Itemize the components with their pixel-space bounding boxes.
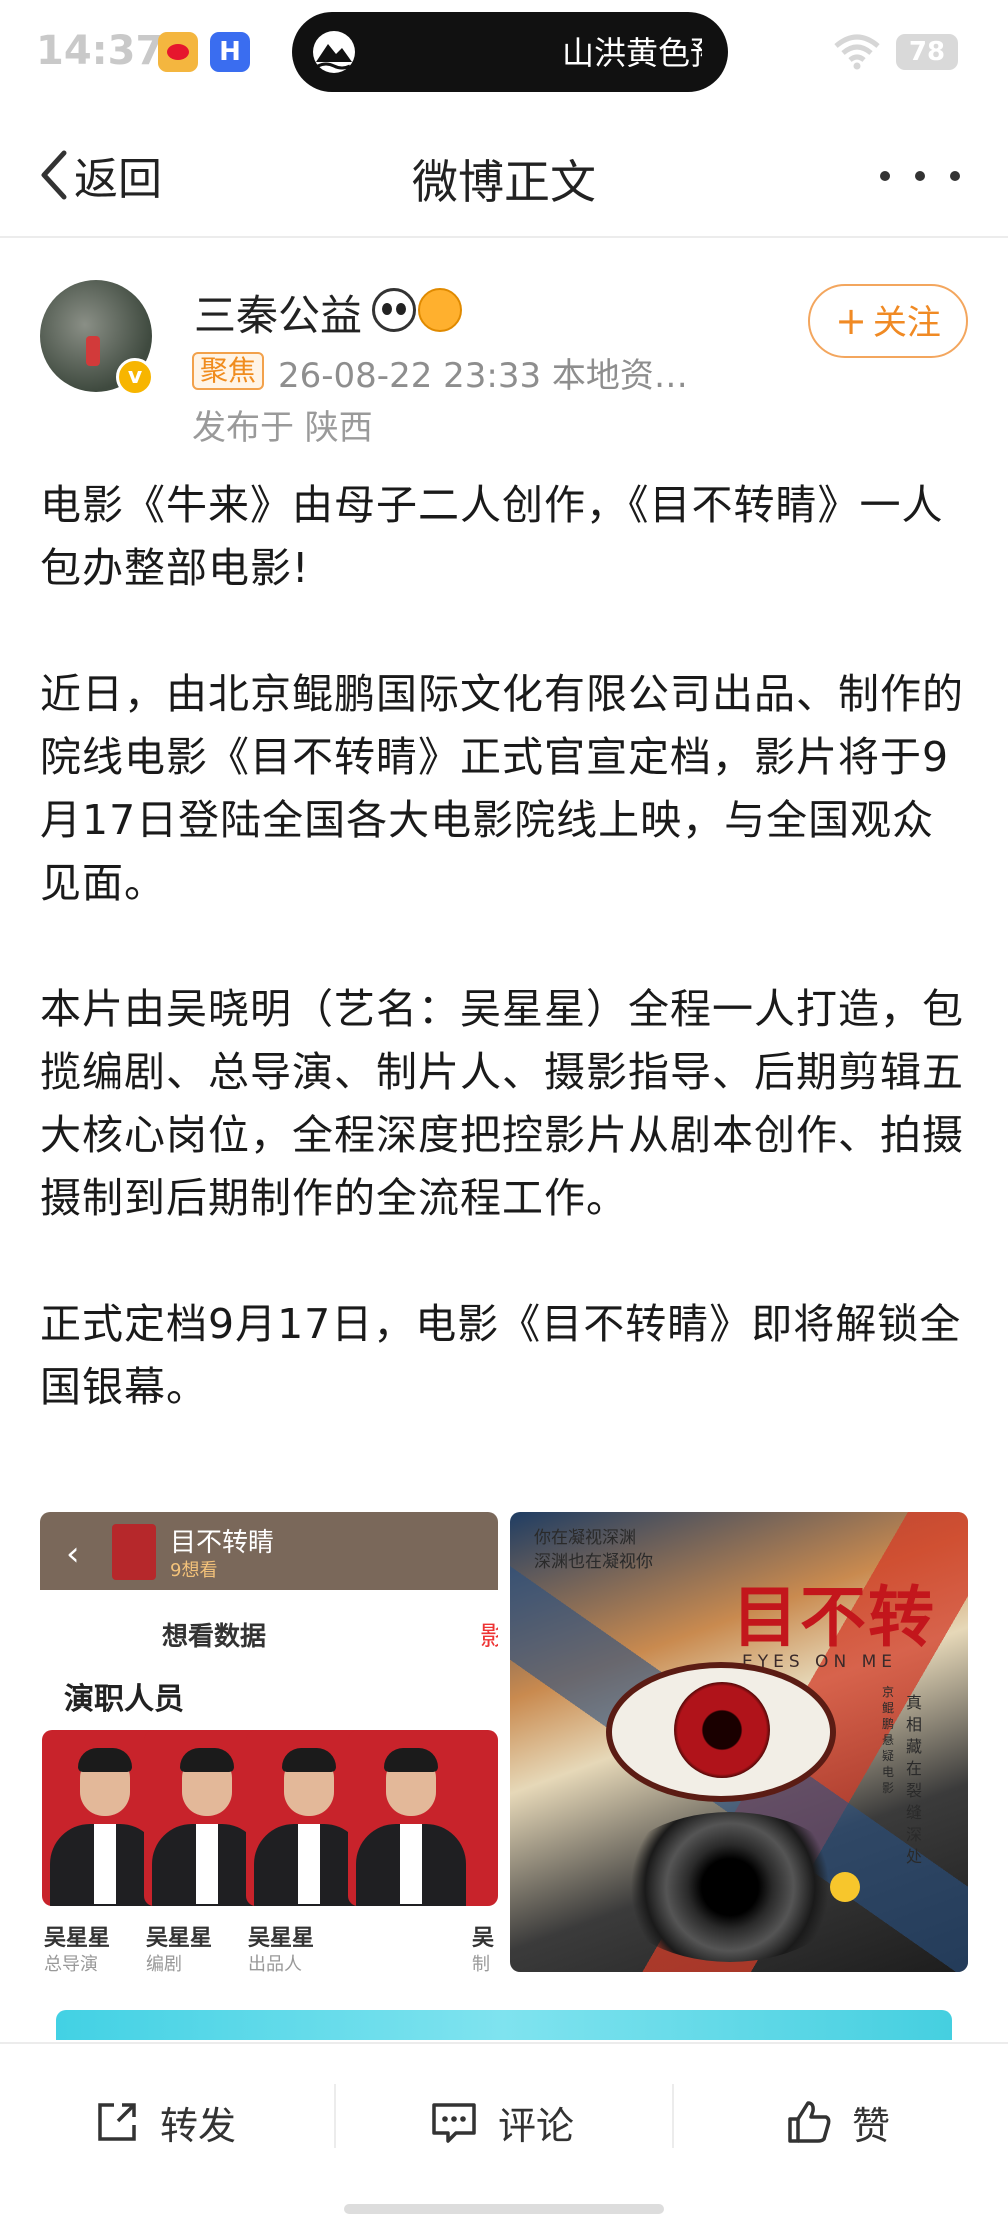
repost-button[interactable]: 转发 xyxy=(94,2092,236,2152)
cast-name: 吴星星 xyxy=(146,1926,213,1951)
vortex-illustration xyxy=(610,1812,850,1962)
post-body: 电影《牛来》由母子二人创作，《目不转睛》一人包办整部电影! 近日，由北京鲲鹏国际… xyxy=(40,474,970,1482)
more-dot-icon xyxy=(950,171,960,181)
screenshot-movie-title: 目不转睛 xyxy=(170,1528,275,1558)
poster-top-lines: 你在凝视深渊 深渊也在凝视你 xyxy=(534,1528,653,1572)
cast-name: 吴星星 xyxy=(248,1926,315,1951)
post-paragraph: 电影《牛来》由母子二人创作，《目不转睛》一人包办整部电影! xyxy=(40,481,944,592)
screenshot-tab: 想看数据 xyxy=(162,1622,267,1652)
nav-bar: 返回 微博正文 xyxy=(0,110,1008,238)
app-notification-icon: H xyxy=(210,32,250,72)
cast-name: 吴 xyxy=(472,1926,495,1951)
ad-banner[interactable] xyxy=(56,2010,952,2040)
follow-label: 关注 xyxy=(872,303,941,343)
wifi-icon xyxy=(834,34,880,70)
screenshot-want-count: 9想看 xyxy=(170,1560,218,1581)
cast-role: 总导演 xyxy=(44,1954,98,1972)
home-indicator[interactable] xyxy=(344,2204,664,2214)
comment-button[interactable]: 评论 xyxy=(430,2092,574,2152)
pufferfish-icon xyxy=(418,288,462,332)
avatar-figure xyxy=(86,336,100,366)
post-paragraph: 正式定档9月17日，电影《目不转睛》即将解锁全国银幕。 xyxy=(40,1300,962,1411)
comment-icon xyxy=(432,2103,476,2143)
repost-label: 转发 xyxy=(160,2103,237,2148)
post-timestamp: 26-08-22 23:33 本地资… xyxy=(278,356,688,396)
smiley-icon xyxy=(830,1872,860,1902)
poster-tagline: 真相藏在裂缝深处 xyxy=(906,1693,923,1866)
author-name[interactable]: 三秦公益 xyxy=(194,282,362,343)
post-image-cast-screenshot[interactable]: ‹ 目不转睛 9想看 想看数据 影 演职人员 吴星星 总导演 吴星星 编剧 吴星… xyxy=(40,1512,498,1972)
battery-indicator: 78 xyxy=(896,34,958,70)
screenshot-tab-cut: 影 xyxy=(480,1622,498,1652)
share-icon xyxy=(98,2103,136,2141)
like-label: 赞 xyxy=(852,2103,891,2148)
page-title: 微博正文 xyxy=(412,155,596,209)
verified-badge-icon: v xyxy=(116,358,154,396)
status-bar: 14:37 H 山洪黄色预 78 xyxy=(0,0,1008,110)
more-dot-icon xyxy=(915,171,925,181)
poster-credit: 京鲲鹏悬疑电影 xyxy=(882,1685,895,1795)
topic-tag: 聚焦 xyxy=(192,352,265,390)
comment-label: 评论 xyxy=(498,2103,575,2148)
movie-thumbnail xyxy=(112,1524,156,1580)
cast-name: 吴星星 xyxy=(44,1926,111,1951)
cast-role: 编剧 xyxy=(146,1954,182,1972)
screenshot-cast-title: 演职人员 xyxy=(64,1682,184,1717)
cast-role: 出品人 xyxy=(248,1954,302,1972)
toolbar-divider xyxy=(334,2084,336,2148)
eye-iris xyxy=(674,1682,770,1778)
weibo-app-icon xyxy=(158,32,198,72)
post-paragraph: 近日，由北京鲲鹏国际文化有限公司出品、制作的院线电影《目不转睛》正式官宣定档，影… xyxy=(40,670,964,907)
more-dot-icon xyxy=(880,171,890,181)
cast-role: 制 xyxy=(472,1954,490,1972)
more-options-button[interactable] xyxy=(880,164,960,188)
panda-icon xyxy=(372,288,416,332)
post-paragraph: 本片由吴晓明（艺名：吴星星）全程一人打造，包揽编剧、总导演、制片人、摄影指导、后… xyxy=(40,985,964,1222)
island-alert-text: 山洪黄色预 xyxy=(562,34,702,72)
status-time: 14:37 xyxy=(36,28,164,74)
chevron-left-icon: ‹ xyxy=(66,1534,80,1574)
plus-icon: + xyxy=(835,299,867,343)
post-image-movie-poster[interactable]: 你在凝视深渊 深渊也在凝视你 目不转睛 EYES ON ME 京鲲鹏悬疑电影 真… xyxy=(510,1512,968,1972)
post-location: 发布于 陕西 xyxy=(192,408,373,448)
follow-button[interactable]: + 关注 xyxy=(808,284,968,358)
mountain-flood-icon xyxy=(313,31,355,73)
thumbs-up-icon xyxy=(788,2101,831,2143)
cast-photo xyxy=(348,1730,498,1906)
like-button[interactable]: 赞 xyxy=(786,2092,890,2152)
toolbar-divider xyxy=(672,2084,674,2148)
